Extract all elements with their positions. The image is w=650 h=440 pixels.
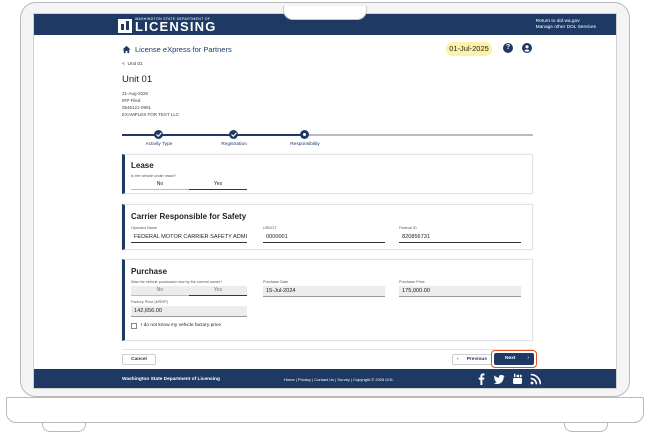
- purchased-new-option-no[interactable]: No: [131, 286, 189, 296]
- federal-id-label: Federal ID: [399, 226, 417, 230]
- purchased-new-question: Was the vehicle purchased new by the cur…: [131, 280, 223, 284]
- usdot-label: USDOT: [263, 226, 277, 230]
- step-responsibility-dot[interactable]: [300, 130, 309, 139]
- laptop-notch: [283, 6, 367, 20]
- unit-company: EXAMPLES FOR TEST LLC: [122, 112, 180, 117]
- step-label-activity-type[interactable]: Activity Type: [146, 142, 173, 147]
- previous-button-label: Previous: [466, 357, 487, 362]
- laptop-foot-left: [42, 423, 86, 432]
- facebook-icon[interactable]: [476, 373, 487, 385]
- purchase-price-label: Purchase Price: [399, 280, 425, 284]
- purchased-new-option-yes[interactable]: Yes: [189, 286, 247, 296]
- chevron-left-icon: ‹: [457, 357, 459, 362]
- cancel-button[interactable]: Cancel: [122, 354, 156, 365]
- back-link[interactable]: < Unit 01: [122, 62, 143, 67]
- operator-name-field[interactable]: FEDERAL MOTOR CARRIER SAFETY ADMINISTRAT: [131, 232, 247, 243]
- chevron-left-icon: <: [122, 62, 125, 67]
- help-icon[interactable]: ?: [503, 43, 513, 53]
- lease-option-no[interactable]: No: [131, 180, 189, 190]
- current-date-badge: 01-Jul-2025: [446, 42, 492, 56]
- twitter-icon[interactable]: [494, 373, 505, 385]
- purchased-new-toggle: No Yes: [131, 286, 247, 296]
- purchase-title: Purchase: [131, 267, 168, 276]
- lease-option-yes[interactable]: Yes: [189, 180, 247, 190]
- manage-services-link[interactable]: Manage other DOL Services: [536, 25, 596, 31]
- rss-icon[interactable]: [530, 373, 541, 385]
- unit-meta: 21-Aug-2026 IRP Filed 0546121-0901 EXAMP…: [122, 90, 179, 118]
- chevron-right-icon: ›: [527, 356, 529, 361]
- lease-toggle: No Yes: [131, 180, 247, 190]
- step-label-registration[interactable]: Registration: [221, 142, 247, 147]
- top-links: Return to dol.wa.gov Manage other DOL Se…: [536, 19, 596, 31]
- page-title: Unit 01: [122, 74, 153, 85]
- youtube-icon[interactable]: [512, 373, 523, 385]
- unit-account: 0546121-0901: [122, 105, 152, 110]
- unit-status: IRP Filed: [122, 98, 141, 103]
- next-button-label: Next: [505, 356, 516, 361]
- purchase-date-label: Purchase Date: [263, 280, 289, 284]
- logo-mark-icon: [118, 19, 132, 33]
- footer-links[interactable]: Home | Privacy | Contact Us | Survey | C…: [284, 377, 394, 382]
- purchase-price-field[interactable]: 175,000.00: [399, 286, 521, 297]
- app-title[interactable]: License eXpress for Partners: [135, 45, 232, 54]
- msrp-label: Factory Price (MSRP): [131, 300, 168, 304]
- unit-date: 21-Aug-2026: [122, 91, 149, 96]
- check-icon: [155, 132, 162, 137]
- purchase-card: Purchase Was the vehicle purchased new b…: [122, 259, 533, 341]
- user-icon[interactable]: [522, 43, 532, 53]
- previous-button[interactable]: ‹ Previous: [452, 354, 492, 365]
- msrp-field[interactable]: 142,656.00: [131, 306, 247, 317]
- home-icon[interactable]: [122, 45, 131, 54]
- back-link-label: Unit 01: [127, 62, 143, 67]
- purchase-date-field[interactable]: 15-Jul-2024: [263, 286, 385, 297]
- footer: Washington State Department of Licensing…: [34, 369, 616, 388]
- stepper-line-remaining: [304, 134, 533, 136]
- logo-text: WASHINGTON STATE DEPARTMENT OF LICENSING: [135, 17, 217, 33]
- screen: WASHINGTON STATE DEPARTMENT OF LICENSING…: [33, 13, 617, 389]
- laptop-foot-right: [564, 423, 608, 432]
- usdot-field[interactable]: 0000001: [263, 232, 385, 243]
- federal-id-field[interactable]: 820856731: [399, 232, 521, 243]
- carrier-title: Carrier Responsible for Safety: [131, 212, 247, 221]
- next-button[interactable]: Next ›: [494, 353, 534, 365]
- unknown-factory-price-label[interactable]: I do not know my vehicle factory price: [141, 323, 221, 328]
- operator-name-label: Operator Name: [131, 226, 158, 230]
- check-icon: [230, 132, 237, 137]
- logo-big-text: LICENSING: [135, 19, 217, 34]
- actions-divider: [122, 349, 533, 350]
- laptop-base: [6, 397, 644, 423]
- stepper-line-complete: [122, 134, 304, 136]
- lease-question: Is the vehicle under lease?: [131, 174, 177, 178]
- carrier-card: Carrier Responsible for Safety Operator …: [122, 204, 533, 250]
- step-label-responsibility[interactable]: Responsibility: [290, 142, 320, 147]
- lease-card: Lease Is the vehicle under lease? No Yes: [122, 154, 533, 194]
- unknown-factory-price-checkbox[interactable]: [131, 323, 137, 329]
- footer-brand: Washington State Department of Licensing: [122, 377, 220, 382]
- dol-logo[interactable]: WASHINGTON STATE DEPARTMENT OF LICENSING: [118, 17, 217, 33]
- lease-title: Lease: [131, 161, 154, 170]
- step-registration-dot[interactable]: [229, 130, 238, 139]
- step-activity-type-dot[interactable]: [154, 130, 163, 139]
